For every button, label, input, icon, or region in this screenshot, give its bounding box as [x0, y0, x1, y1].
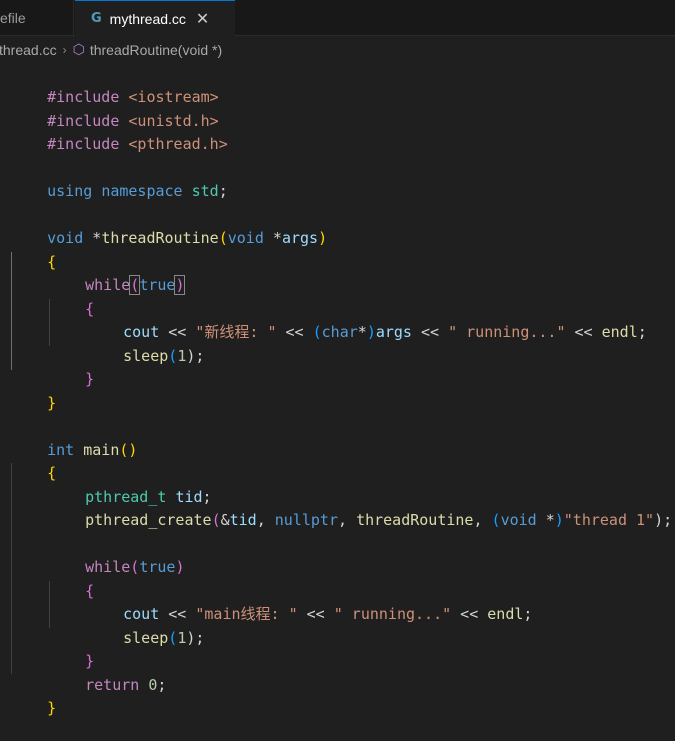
code-line: #include <unistd.h>: [47, 111, 219, 130]
code-line: }: [47, 699, 57, 717]
code-line: {: [85, 299, 95, 318]
tab-bar: efile G mythread.cc ✕: [0, 0, 675, 36]
tab-mythread-cc[interactable]: G mythread.cc ✕: [75, 0, 235, 36]
code-editor[interactable]: #include <iostream> #include <unistd.h> …: [0, 64, 675, 717]
cube-icon: ⬡: [72, 42, 85, 58]
chevron-right-icon: ›: [62, 43, 67, 57]
cpp-file-icon: G: [91, 11, 102, 26]
code-line: {: [47, 252, 57, 271]
code-line: sleep(1);: [123, 346, 205, 365]
code-line: int main(): [47, 440, 138, 459]
code-line: }: [47, 393, 57, 412]
tab-label: efile: [0, 9, 26, 26]
code-line: #include <iostream>: [47, 88, 219, 106]
code-line: sleep(1);: [123, 628, 205, 647]
code-line: while(true): [85, 275, 186, 295]
close-icon[interactable]: ✕: [196, 9, 209, 29]
code-line: pthread_t tid;: [85, 487, 212, 506]
code-line: using namespace std;: [47, 182, 228, 200]
code-line: {: [47, 464, 57, 482]
code-line: return 0;: [85, 675, 167, 694]
code-line: {: [85, 581, 95, 600]
breadcrumb-symbol[interactable]: threadRoutine(void *): [90, 42, 222, 58]
code-line: void *threadRoutine(void *args): [47, 229, 328, 247]
code-line: }: [85, 370, 95, 388]
tab-makefile[interactable]: efile: [0, 0, 74, 35]
code-line: }: [85, 652, 95, 670]
code-line: cout << "新线程: " << (char*)args << " runn…: [123, 323, 647, 341]
breadcrumb: thread.cc › ⬡ threadRoutine(void *): [0, 36, 675, 64]
breadcrumb-file[interactable]: thread.cc: [0, 42, 57, 58]
code-line: pthread_create(&tid, nullptr, threadRout…: [85, 511, 673, 529]
tab-label: mythread.cc: [109, 10, 186, 27]
code-line: #include <pthread.h>: [47, 135, 228, 153]
code-line: cout << "main线程: " << " running..." << e…: [123, 605, 533, 623]
code-line: while(true): [85, 558, 185, 576]
